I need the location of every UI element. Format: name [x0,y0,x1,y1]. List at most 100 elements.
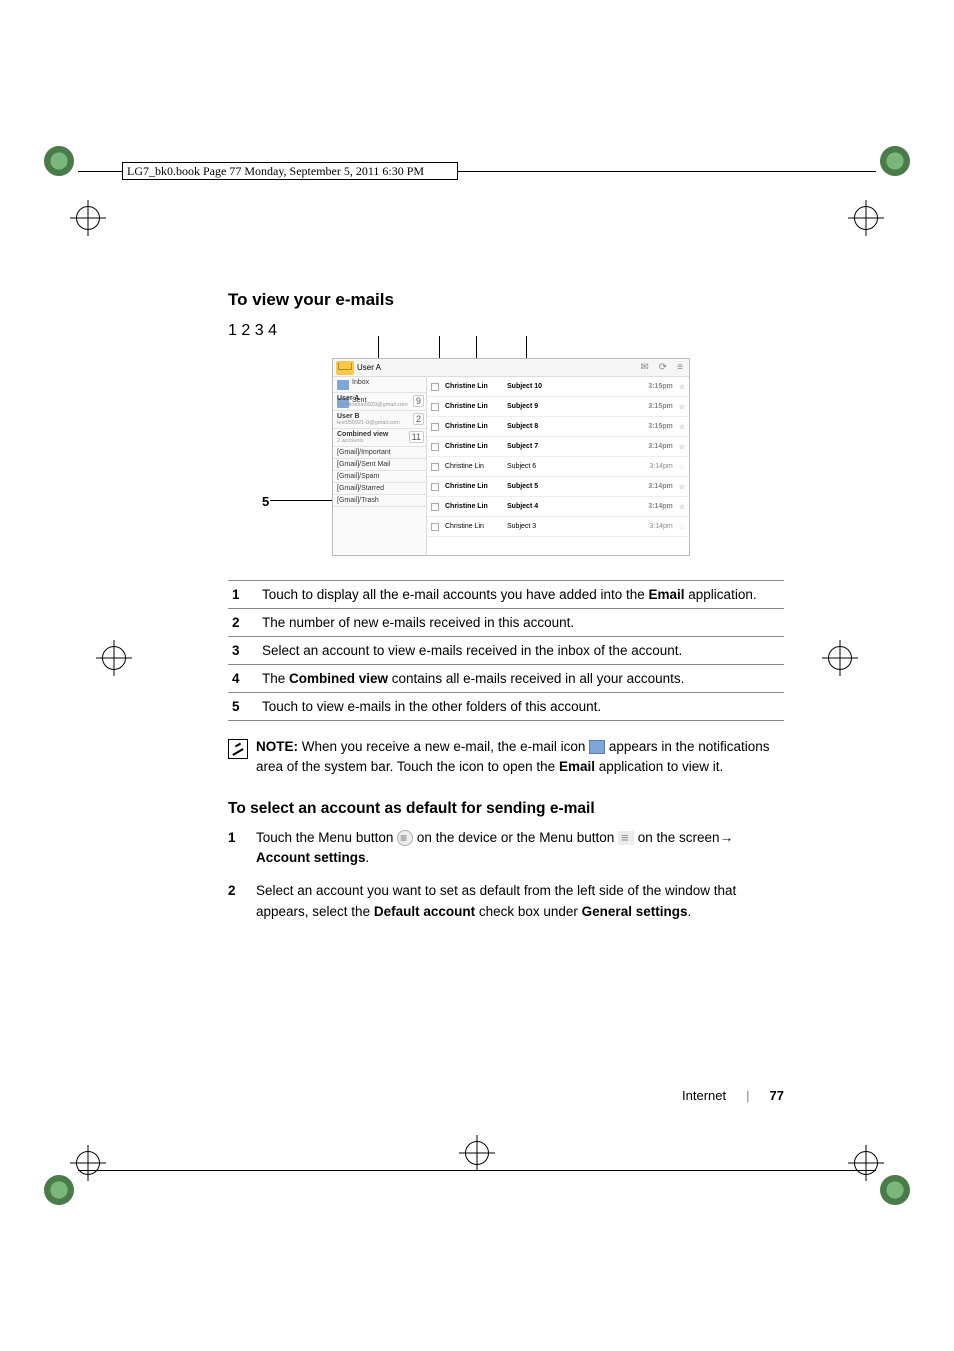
callout-1: 1 [228,322,237,339]
refresh-icon[interactable]: ⟳ [659,362,667,373]
section-heading: To select an account as default for send… [228,800,784,818]
page-footer: Internet | 77 [682,1088,784,1103]
callout-definitions-table: 1 Touch to display all the e-mail accoun… [228,580,784,721]
mail-row[interactable]: Christine LinSubject 53:14pm☆ [427,477,689,497]
star-icon[interactable]: ☆ [679,443,685,451]
def-text: Touch to display all the e-mail accounts… [258,581,784,609]
mail-from: Christine Lin [445,443,501,450]
mail-from: Christine Lin [445,383,501,390]
mail-subject: Subject 10 [507,383,642,390]
mail-row[interactable]: Christine LinSubject 43:14pm☆ [427,497,689,517]
mail-from: Christine Lin [445,503,501,510]
drawer-inbox[interactable]: Inbox [333,377,426,393]
star-icon[interactable]: ☆ [679,383,685,391]
callout-5: 5 [262,494,269,509]
checkbox-icon[interactable] [431,423,439,431]
callout-4: 4 [268,322,277,339]
registration-dot [880,1175,910,1205]
account-drawer: Inbox Sent User Achristinelun0920@gmail.… [333,377,427,555]
def-text: The number of new e-mails received in th… [258,609,784,637]
header-account-name: User A [357,363,640,372]
mail-row[interactable]: Christine Lin Subject 9 3:15pm ☆ [427,397,689,417]
star-icon[interactable]: ☆ [679,503,685,511]
mail-subject: Subject 5 [507,483,642,490]
mail-row[interactable]: Christine LinSubject 73:14pm☆ [427,437,689,457]
star-icon[interactable]: ☆ [679,423,685,431]
callout-2: 2 [241,322,250,339]
drawer-label: Inbox [352,379,369,390]
mail-subject: Subject 8 [507,423,642,430]
mail-row[interactable]: Christine LinSubject 63:14pm☆ [427,457,689,477]
def-num: 4 [228,665,258,693]
checkbox-icon[interactable] [431,523,439,531]
menu-button-icon [397,830,413,846]
crop-mark-icon [848,1145,884,1181]
mail-time: 3:14pm [648,483,673,490]
footer-separator: | [746,1088,749,1103]
mail-from: Christine Lin [445,463,501,470]
checkbox-icon[interactable] [431,383,439,391]
mail-row[interactable]: Christine LinSubject 83:15pm☆ [427,417,689,437]
arrow-icon: → [720,830,734,845]
drawer-folder-item[interactable]: [Gmail]/Starred [333,483,426,495]
mail-row[interactable]: Christine LinSubject 33:14pm☆ [427,517,689,537]
checkbox-icon[interactable] [431,443,439,451]
step-text: Touch the Menu button on the device or t… [256,828,784,870]
drawer-account-item[interactable]: Combined view2 accounts11 [333,429,426,447]
star-icon[interactable]: ☆ [679,403,685,411]
note-icon [228,739,248,759]
crop-mark-icon [822,640,858,676]
mail-subject: Subject 9 [507,403,642,410]
mail-time: 3:14pm [648,503,673,510]
def-text: Select an account to view e-mails receiv… [258,637,784,665]
drawer-folder-item[interactable]: [Gmail]/Trash [333,495,426,507]
crop-mark-icon [848,200,884,236]
crop-mark-icon [96,640,132,676]
page: LG7_bk0.book Page 77 Monday, September 5… [0,0,954,1351]
mail-time: 3:14pm [648,443,673,450]
mail-subject: Subject 6 [507,463,643,470]
drawer-folder-item[interactable]: [Gmail]/Important [333,447,426,459]
crop-mark-icon [70,1145,106,1181]
mail-from: Christine Lin [445,403,501,410]
footer-section: Internet [682,1088,726,1103]
registration-dot [44,146,74,176]
note-block: NOTE: When you receive a new e-mail, the… [228,737,784,778]
drawer-account-item[interactable]: User Btest050921-0@gmail.com2 [333,411,426,429]
drawer-folder-item[interactable]: [Gmail]/Spam [333,471,426,483]
checkbox-icon[interactable] [431,483,439,491]
steps-list: 1 Touch the Menu button on the device or… [228,828,784,924]
callout-line [270,500,334,501]
mail-time: 3:15pm [648,423,673,430]
checkbox-icon[interactable] [431,503,439,511]
checkbox-icon[interactable] [431,403,439,411]
step-item: 1 Touch the Menu button on the device or… [228,828,784,870]
step-item: 2 Select an account you want to set as d… [228,881,784,923]
star-icon[interactable]: ☆ [679,523,685,531]
step-number: 2 [228,881,242,923]
drawer-account-item[interactable]: User Achristinelun0920@gmail.com9 [333,393,426,411]
step-number: 1 [228,828,242,870]
checkbox-icon[interactable] [431,463,439,471]
mail-from: Christine Lin [445,523,501,530]
onscreen-menu-icon [618,831,634,845]
menu-icon[interactable]: ≡ [677,362,683,373]
star-icon[interactable]: ☆ [679,483,685,491]
search-icon[interactable]: ✉ [640,362,648,373]
star-icon[interactable]: ☆ [679,463,685,471]
def-text: The Combined view contains all e-mails r… [258,665,784,693]
mail-row[interactable]: Christine Lin Subject 10 3:15pm ☆ [427,377,689,397]
crop-mark-icon [459,1135,495,1171]
mail-time: 3:15pm [648,403,673,410]
note-text: NOTE: When you receive a new e-mail, the… [256,737,784,778]
inbox-icon [337,380,349,390]
drawer-folder-item[interactable]: [Gmail]/Sent Mail [333,459,426,471]
callout-3: 3 [255,322,264,339]
email-app-screenshot: User A ✉ ⟳ ≡ Inbox Sent User Achristinel… [332,358,690,556]
mail-time: 3:14pm [649,523,672,530]
crop-mark-icon [70,200,106,236]
print-meta-header: LG7_bk0.book Page 77 Monday, September 5… [122,162,458,180]
page-number: 77 [770,1088,784,1103]
mail-time: 3:15pm [648,383,673,390]
mail-icon [589,740,605,754]
